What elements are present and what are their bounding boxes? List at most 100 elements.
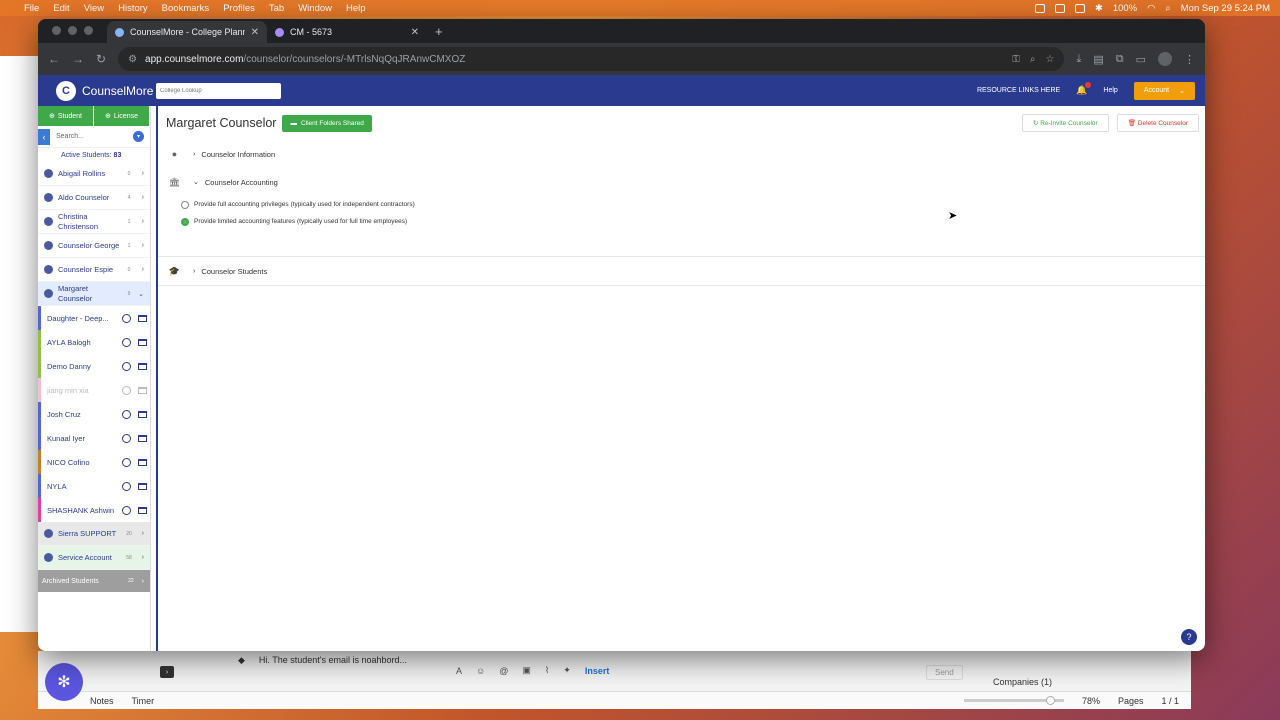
sparkle-icon[interactable]: ✦ bbox=[563, 665, 571, 676]
client-folders-shared-button[interactable]: ▬ Client Folders Shared bbox=[282, 114, 372, 132]
clock-icon[interactable] bbox=[122, 433, 131, 443]
tab-cm-5673[interactable]: CM - 5673 ✕ bbox=[267, 21, 427, 43]
billing-card-icon[interactable] bbox=[138, 362, 147, 370]
college-lookup-input[interactable] bbox=[156, 82, 281, 99]
clock-icon[interactable] bbox=[122, 313, 131, 323]
billing-card-icon[interactable] bbox=[138, 506, 147, 514]
clock-icon[interactable] bbox=[122, 385, 131, 395]
counselor-row[interactable]: Service Account 58 › bbox=[38, 546, 150, 570]
spotlight-icon[interactable]: ⌕ bbox=[1165, 3, 1170, 14]
chevron-right-icon[interactable]: › bbox=[136, 266, 144, 273]
section-counselor-accounting[interactable]: 🏛 ⌄ Counselor Accounting bbox=[158, 168, 1205, 196]
reload-icon[interactable]: ↻ bbox=[96, 52, 106, 66]
bluetooth-icon[interactable]: ✱ bbox=[1095, 3, 1103, 14]
new-tab-icon[interactable]: + bbox=[435, 24, 443, 39]
menu-history[interactable]: History bbox=[118, 3, 148, 14]
chevron-down-icon[interactable]: ⌄ bbox=[136, 290, 144, 298]
chevron-right-icon[interactable]: › bbox=[136, 218, 144, 225]
resource-links-menu[interactable]: RESOURCE LINKS HERE bbox=[977, 87, 1060, 94]
bookmark-star-icon[interactable]: ☆ bbox=[1045, 54, 1054, 65]
student-row[interactable]: Demo Danny bbox=[38, 354, 150, 378]
chevron-right-icon[interactable]: › bbox=[136, 170, 144, 177]
sidebar-search-input[interactable]: Search... bbox=[56, 133, 127, 140]
format-text-icon[interactable]: A bbox=[456, 666, 462, 676]
menu-help[interactable]: Help bbox=[346, 3, 366, 14]
account-menu-button[interactable]: Account ⌄ bbox=[1133, 81, 1195, 100]
menu-window[interactable]: Window bbox=[298, 3, 332, 14]
student-row[interactable]: SHASHANK Ashwin bbox=[38, 498, 150, 522]
counselor-row[interactable]: Counselor George 1 › bbox=[38, 234, 150, 258]
student-row[interactable]: AYLA Balogh bbox=[38, 330, 150, 354]
assistant-fab-icon[interactable]: ✻ bbox=[45, 663, 83, 701]
timer-button[interactable]: Timer bbox=[132, 696, 155, 706]
clock-icon[interactable] bbox=[122, 361, 131, 371]
clock-icon[interactable] bbox=[122, 481, 131, 491]
chevron-right-icon[interactable]: › bbox=[136, 530, 144, 537]
section-counselor-information[interactable]: ● › Counselor Information bbox=[158, 140, 1205, 168]
sidepanel-icon[interactable]: ▭ bbox=[1136, 53, 1146, 66]
counselor-row[interactable]: Counselor Espie 0 › bbox=[38, 258, 150, 282]
counselor-row[interactable]: Margaret Counselor 9 ⌄ bbox=[38, 282, 150, 306]
extension-icon[interactable]: ▤ bbox=[1093, 53, 1103, 66]
record-icon[interactable] bbox=[1054, 3, 1065, 13]
menu-file[interactable]: File bbox=[24, 3, 39, 14]
clock-icon[interactable] bbox=[122, 505, 131, 515]
delete-counselor-button[interactable]: 🗑 Delete Counselor bbox=[1116, 114, 1199, 132]
mention-icon[interactable]: @ bbox=[499, 666, 508, 676]
radio-full-accounting[interactable] bbox=[181, 200, 189, 209]
billing-card-icon[interactable] bbox=[138, 338, 147, 346]
attach-icon[interactable]: ⌇ bbox=[545, 665, 549, 676]
clock-icon[interactable] bbox=[122, 409, 131, 419]
billing-card-icon[interactable] bbox=[138, 482, 147, 490]
collapse-panel-icon[interactable]: › bbox=[160, 666, 174, 678]
insert-menu[interactable]: Insert bbox=[585, 666, 610, 676]
student-row[interactable]: jiang min xia bbox=[38, 378, 150, 402]
forward-icon[interactable]: → bbox=[72, 52, 84, 66]
address-bar[interactable]: ⚙ app.counselmore.com/counselor/counselo… bbox=[118, 47, 1065, 71]
reinvite-counselor-button[interactable]: ↻ Re-Invite Counselor bbox=[1021, 114, 1109, 132]
section-counselor-students[interactable]: 🎓 › Counselor Students bbox=[158, 257, 1205, 285]
fullscreen-window-icon[interactable] bbox=[84, 26, 93, 35]
limited-accounting-option[interactable]: Provide limited accounting features (typ… bbox=[158, 213, 1205, 230]
chrome-menu-icon[interactable]: ⋮ bbox=[1184, 53, 1195, 66]
tab-counselmore[interactable]: CounselMore - College Planning ✕ bbox=[107, 21, 267, 43]
counselor-row[interactable]: Abigail Rollins 0 › bbox=[38, 162, 150, 186]
companies-section[interactable]: Companies (1) bbox=[993, 677, 1052, 687]
download-icon[interactable]: ⤓ bbox=[1076, 53, 1081, 66]
help-question-icon[interactable]: ? bbox=[1181, 629, 1197, 645]
counselor-row[interactable]: Christina Christenson 1 › bbox=[38, 210, 150, 234]
brand-logo[interactable]: C CounselMore bbox=[56, 80, 156, 101]
minimize-window-icon[interactable] bbox=[68, 26, 77, 35]
site-info-icon[interactable]: ⚙ bbox=[128, 54, 137, 65]
notes-button[interactable]: Notes bbox=[90, 696, 114, 706]
filter-icon[interactable]: ▾ bbox=[133, 131, 144, 142]
menu-view[interactable]: View bbox=[84, 3, 104, 14]
student-row[interactable]: Kunaal Iyer bbox=[38, 426, 150, 450]
close-window-icon[interactable] bbox=[52, 26, 61, 35]
menu-edit[interactable]: Edit bbox=[53, 3, 69, 14]
puzzle-icon[interactable]: ⧉ bbox=[1116, 53, 1124, 66]
student-row[interactable]: NICO Cofino bbox=[38, 450, 150, 474]
student-row[interactable]: Daughter - Deep... bbox=[38, 306, 150, 330]
archived-students-row[interactable]: Archived Students 22 › bbox=[38, 570, 150, 592]
clipboard-icon[interactable] bbox=[1074, 3, 1085, 13]
billing-card-icon[interactable] bbox=[138, 458, 147, 466]
radio-limited-accounting[interactable] bbox=[181, 217, 189, 226]
add-license-button[interactable]: ⊕ License bbox=[94, 106, 150, 126]
zoom-slider[interactable] bbox=[963, 696, 1064, 705]
message-preview[interactable]: Hi. The student's email is noahbord... bbox=[259, 655, 407, 666]
collapse-sidebar-icon[interactable]: ‹ bbox=[38, 128, 50, 145]
menu-profiles[interactable]: Profiles bbox=[223, 3, 255, 14]
student-row[interactable]: Josh Cruz bbox=[38, 402, 150, 426]
chevron-right-icon[interactable]: › bbox=[136, 554, 144, 561]
clock[interactable]: Mon Sep 29 5:24 PM bbox=[1181, 3, 1270, 14]
zoom-status-icon[interactable] bbox=[1034, 3, 1045, 13]
chevron-right-icon[interactable]: › bbox=[136, 194, 144, 201]
billing-card-icon[interactable] bbox=[138, 314, 147, 322]
pages-button[interactable]: Pages bbox=[1118, 696, 1144, 706]
billing-card-icon[interactable] bbox=[138, 434, 147, 442]
chevron-right-icon[interactable]: › bbox=[136, 242, 144, 249]
wifi-icon[interactable]: ◠ bbox=[1147, 3, 1155, 14]
send-button[interactable]: Send bbox=[926, 665, 963, 680]
zoom-icon[interactable]: ⌕ bbox=[1030, 54, 1036, 65]
